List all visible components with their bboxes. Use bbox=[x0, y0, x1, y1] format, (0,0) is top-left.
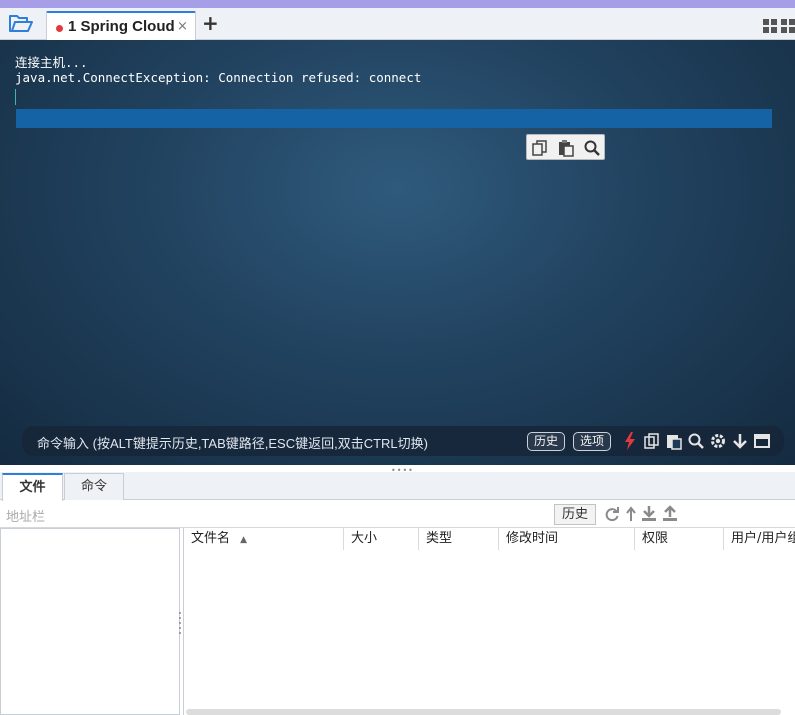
directory-tree[interactable] bbox=[0, 528, 180, 715]
paste-icon[interactable] bbox=[665, 432, 683, 450]
search-icon[interactable] bbox=[687, 432, 705, 450]
grid-layout-icon[interactable] bbox=[763, 18, 795, 37]
tab-commands[interactable]: 命令 bbox=[64, 473, 124, 500]
address-history-button[interactable]: 历史 bbox=[554, 504, 596, 525]
terminal-cursor bbox=[15, 89, 16, 105]
up-arrow-icon[interactable] bbox=[622, 505, 640, 523]
copy-icon[interactable] bbox=[643, 432, 661, 450]
lightning-icon[interactable] bbox=[622, 432, 640, 450]
arrow-down-icon[interactable] bbox=[731, 432, 749, 450]
tab-files[interactable]: 文件 bbox=[2, 473, 63, 501]
command-input-bar[interactable]: 命令输入 (按ALT键提示历史,TAB键路径,ESC键返回,双击CTRL切换) … bbox=[22, 426, 784, 456]
command-input-hint[interactable]: 命令输入 (按ALT键提示历史,TAB键路径,ESC键返回,双击CTRL切换) bbox=[37, 433, 428, 452]
horizontal-splitter[interactable]: •••• bbox=[0, 465, 795, 475]
history-button[interactable]: 历史 bbox=[527, 432, 566, 451]
terminal-line-connecting: 连接主机... bbox=[15, 55, 88, 70]
terminal-line-exception: java.net.ConnectException: Connection re… bbox=[15, 70, 422, 85]
file-list[interactable]: 文件名 ▲ 大小 类型 修改时间 权限 用户/用户组 bbox=[183, 528, 795, 715]
tab-title: 1 Spring Cloud bbox=[68, 18, 175, 35]
sort-ascending-icon: ▲ bbox=[240, 535, 248, 545]
column-header-type[interactable]: 类型 bbox=[419, 528, 499, 550]
column-header-modified[interactable]: 修改时间 bbox=[499, 528, 635, 550]
copy-icon[interactable] bbox=[531, 139, 549, 157]
selection-toolbar bbox=[526, 134, 605, 160]
vertical-splitter[interactable] bbox=[178, 610, 182, 636]
folder-open-icon[interactable] bbox=[8, 13, 36, 37]
search-icon[interactable] bbox=[583, 139, 601, 157]
column-name-label: 文件名 bbox=[191, 531, 231, 546]
download-icon[interactable] bbox=[640, 505, 658, 523]
window-top-strip bbox=[0, 0, 795, 8]
add-tab-button[interactable]: + bbox=[202, 13, 219, 33]
panel-tab-bar: 文件 命令 bbox=[0, 472, 795, 501]
close-tab-icon[interactable]: × bbox=[177, 19, 188, 34]
column-header-permissions[interactable]: 权限 bbox=[635, 528, 724, 550]
column-header-size[interactable]: 大小 bbox=[344, 528, 419, 550]
window-icon[interactable] bbox=[753, 432, 771, 450]
session-tab-bar: 1 Spring Cloud × + bbox=[0, 8, 795, 41]
refresh-icon[interactable] bbox=[603, 505, 621, 523]
column-header-owner[interactable]: 用户/用户组 bbox=[724, 528, 795, 550]
terminal-output[interactable]: 连接主机... java.net.ConnectException: Conne… bbox=[0, 40, 795, 465]
options-button[interactable]: 选项 bbox=[573, 432, 612, 451]
paste-icon[interactable] bbox=[557, 139, 575, 157]
upload-icon[interactable] bbox=[661, 505, 679, 523]
column-header-name[interactable]: 文件名 ▲ bbox=[184, 528, 344, 550]
unsaved-dot-icon bbox=[56, 25, 63, 32]
horizontal-scrollbar[interactable] bbox=[186, 709, 781, 715]
settings-icon[interactable] bbox=[709, 432, 727, 450]
tab-session[interactable]: 1 Spring Cloud × bbox=[46, 11, 196, 41]
selection-highlight bbox=[16, 109, 772, 128]
address-bar: 地址栏 历史 bbox=[0, 501, 795, 528]
address-input[interactable]: 地址栏 bbox=[6, 506, 45, 525]
